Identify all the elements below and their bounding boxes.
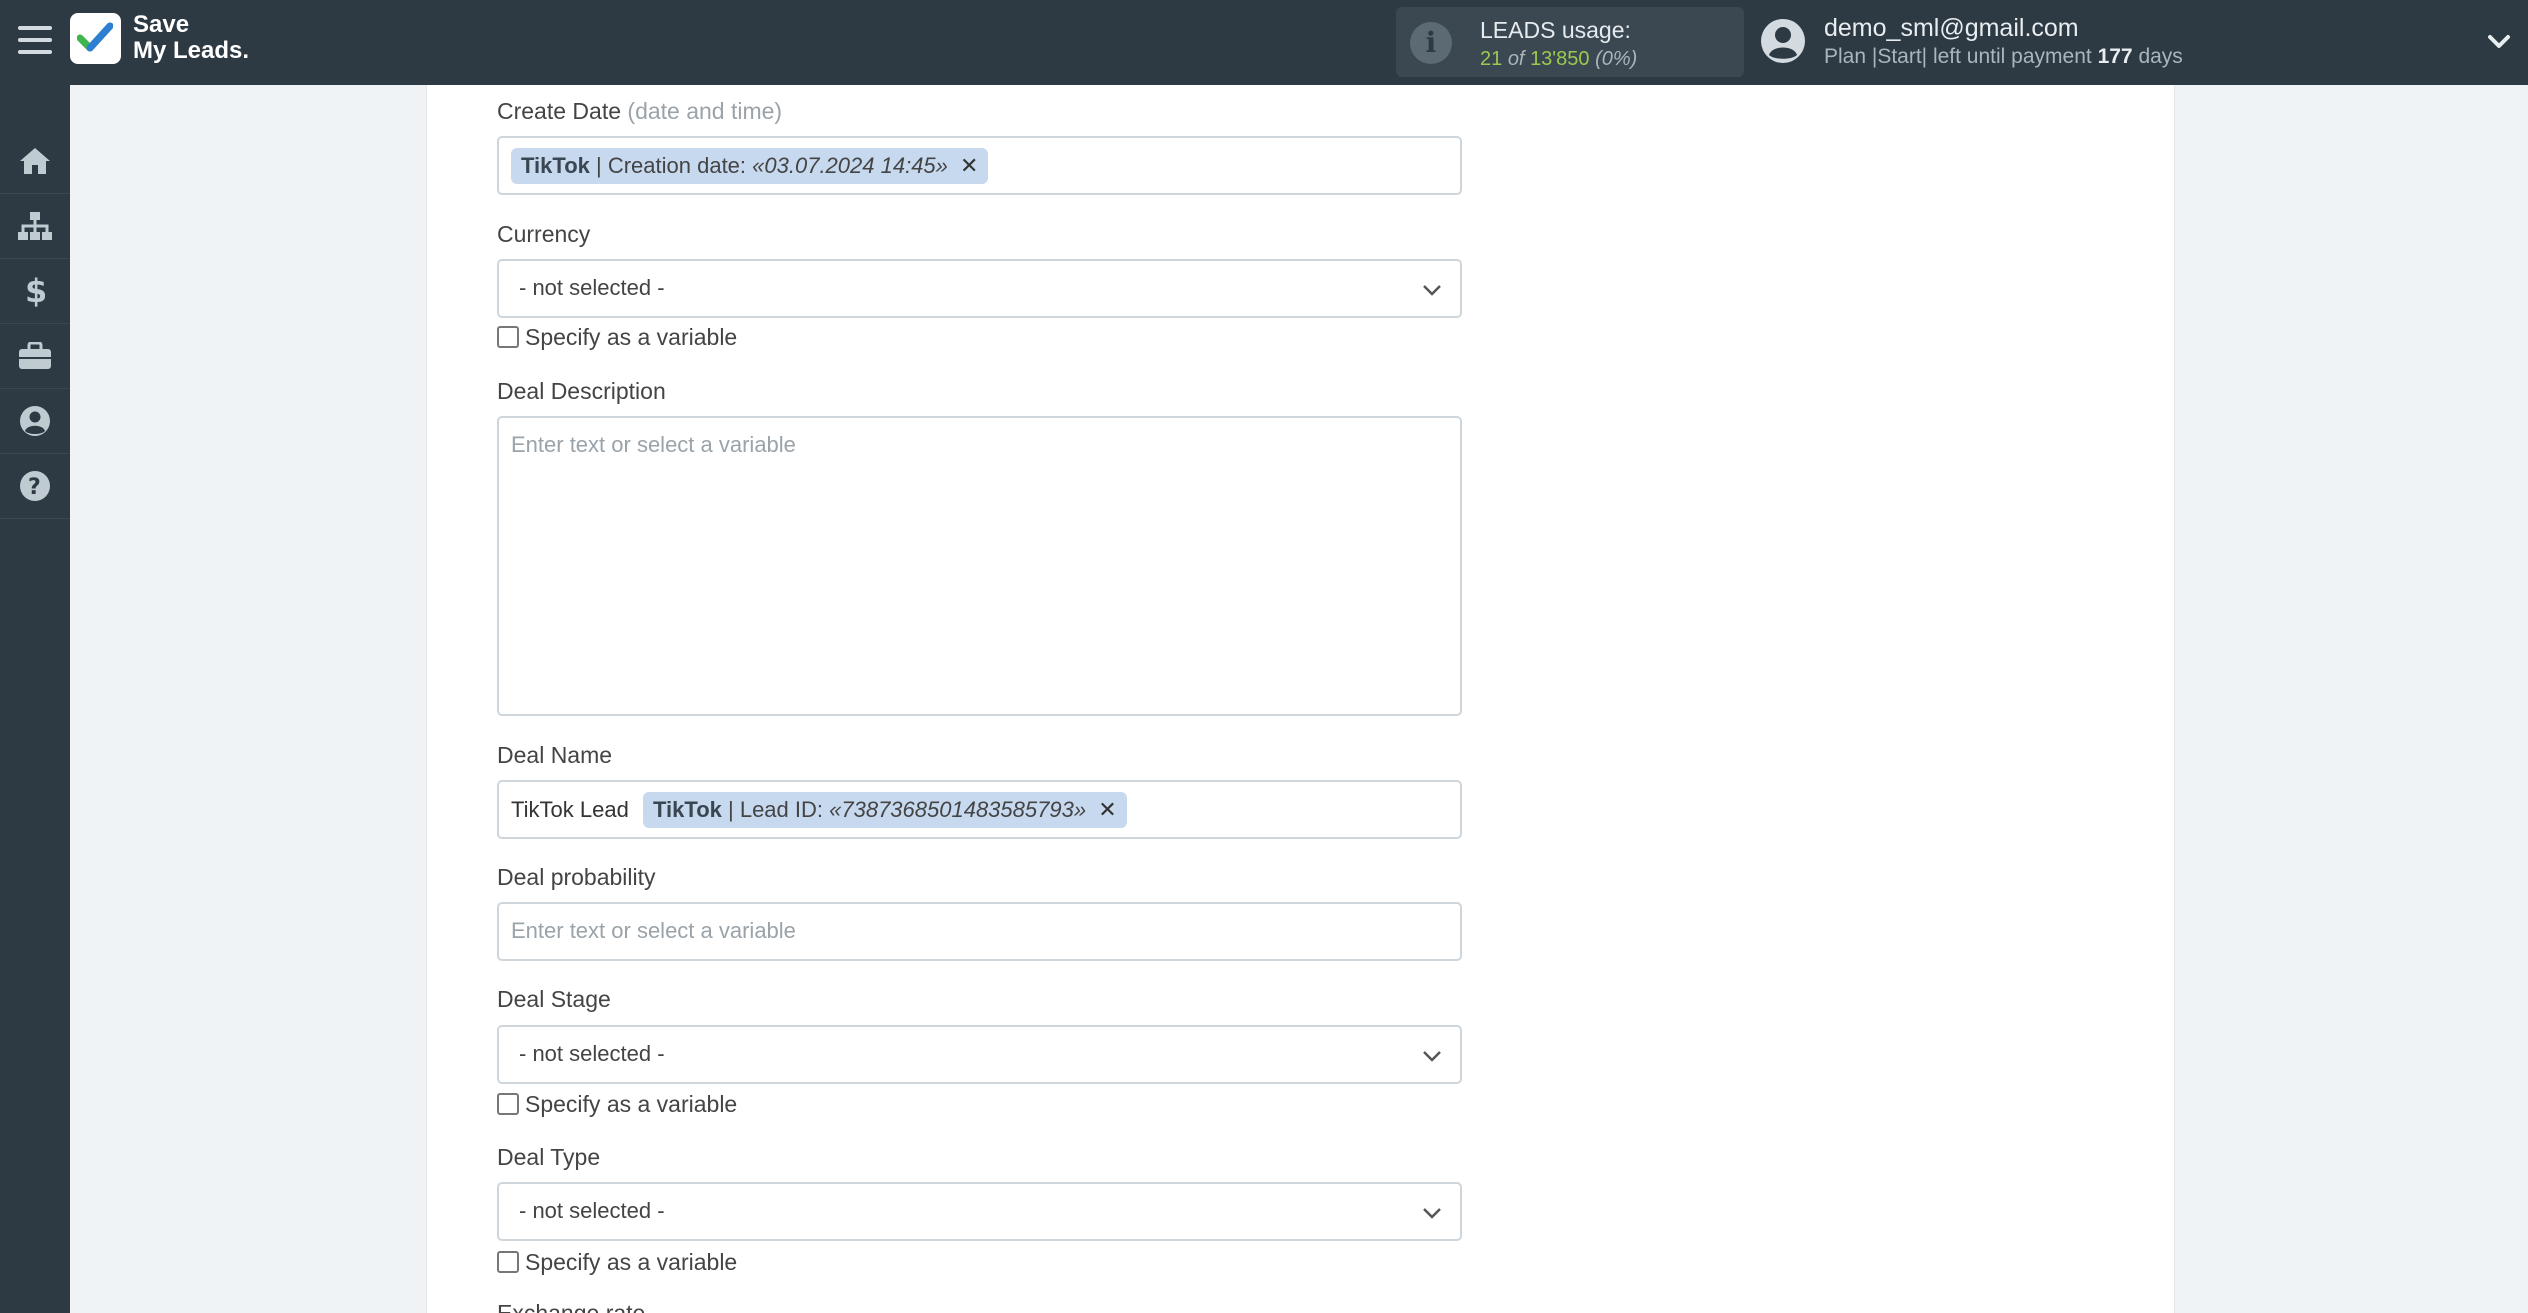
user-plan: Plan |Start| left until payment 177 days [1824, 45, 2183, 69]
create-date-label: Create Date (date and time) [497, 98, 782, 125]
deal-description-placeholder: Enter text or select a variable [511, 432, 796, 457]
close-icon[interactable]: ✕ [960, 153, 978, 178]
chevron-down-icon [1423, 1208, 1441, 1219]
deal-type-variable-label[interactable]: Specify as a variable [525, 1249, 737, 1276]
chevron-down-icon [1423, 285, 1441, 296]
deal-probability-label: Deal probability [497, 864, 656, 890]
deal-name-field[interactable]: TikTok Lead TikTok | Lead ID: «738736850… [497, 780, 1462, 839]
deal-stage-variable-label[interactable]: Specify as a variable [525, 1091, 737, 1118]
deal-type-variable-checkbox-row[interactable]: Specify as a variable [497, 1248, 737, 1276]
variable-tag[interactable]: TikTok | Lead ID: «7387368501483585793» … [643, 792, 1127, 828]
user-email[interactable]: demo_sml@gmail.com [1824, 14, 2079, 43]
tag-source: TikTok [653, 797, 722, 822]
close-icon[interactable]: ✕ [1098, 797, 1116, 822]
usage-total: 13'850 [1530, 48, 1590, 70]
chevron-down-icon [1423, 1051, 1441, 1062]
deal-name-label: Deal Name [497, 742, 613, 768]
sidebar-item-tools[interactable] [0, 324, 70, 389]
create-date-hint: (date and time) [627, 98, 783, 124]
tag-text: | Creation date: [596, 153, 747, 178]
menu-icon[interactable] [18, 26, 52, 56]
currency-variable-checkbox-row[interactable]: Specify as a variable [497, 323, 737, 351]
deal-description-textarea[interactable]: Enter text or select a variable [497, 416, 1462, 716]
logo-text[interactable]: Save My Leads. [133, 12, 249, 64]
tag-value: «03.07.2024 14:45» [752, 153, 948, 178]
deal-probability-placeholder: Enter text or select a variable [511, 918, 796, 943]
deal-stage-variable-checkbox-row[interactable]: Specify as a variable [497, 1090, 737, 1118]
deal-stage-label: Deal Stage [497, 986, 611, 1012]
currency-label: Currency [497, 221, 591, 247]
currency-select[interactable]: - not selected - [497, 259, 1462, 318]
logo-line-1: Save [133, 11, 190, 38]
usage-used: 21 [1480, 48, 1503, 70]
briefcase-icon [19, 342, 51, 369]
usage-value: 21 of 13'850 (0%) [1480, 48, 1637, 71]
tag-source: TikTok [521, 153, 590, 178]
sidebar-item-help[interactable]: ? [0, 454, 70, 519]
dollar-icon: $ [25, 274, 45, 308]
info-icon: i [1410, 22, 1452, 64]
svg-text:?: ? [28, 475, 41, 500]
deal-probability-field[interactable]: Enter text or select a variable [497, 902, 1462, 961]
svg-text:$: $ [25, 274, 45, 308]
chevron-down-icon[interactable] [2487, 30, 2511, 54]
deal-stage-variable-checkbox[interactable] [497, 1093, 519, 1115]
usage-label: LEADS usage: [1480, 17, 1631, 43]
currency-variable-label[interactable]: Specify as a variable [525, 324, 737, 351]
create-date-label-text: Create Date [497, 98, 622, 124]
exchange-rate-label: Exchange rate [497, 1300, 646, 1313]
plan-days: 177 [2097, 45, 2133, 68]
sitemap-icon [18, 212, 52, 240]
leads-usage-panel: i LEADS usage: 21 of 13'850 (0%) [1396, 7, 1744, 77]
logo-line-2: My Leads. [133, 37, 250, 64]
deal-stage-select[interactable]: - not selected - [497, 1025, 1462, 1084]
logo-icon[interactable] [70, 13, 121, 64]
deal-name-prefix: TikTok Lead [511, 797, 629, 822]
sidebar-item-billing[interactable]: $ [0, 259, 70, 324]
deal-type-variable-checkbox[interactable] [497, 1251, 519, 1273]
create-date-field[interactable]: TikTok | Creation date: «03.07.2024 14:4… [497, 136, 1462, 195]
sidebar: $ ? [0, 85, 70, 1313]
sidebar-item-home[interactable] [0, 129, 70, 194]
plan-days-unit: days [2138, 45, 2183, 68]
deal-description-label: Deal Description [497, 378, 666, 404]
usage-percent: (0%) [1595, 48, 1638, 70]
sidebar-item-connections[interactable] [0, 194, 70, 259]
tag-text: | Lead ID: [728, 797, 823, 822]
deal-type-label: Deal Type [497, 1144, 601, 1170]
tag-value: «7387368501483585793» [829, 797, 1087, 822]
deal-type-select-value: - not selected - [519, 1198, 665, 1223]
currency-variable-checkbox[interactable] [497, 326, 519, 348]
user-circle-icon [20, 406, 50, 436]
currency-select-value: - not selected - [519, 275, 665, 300]
variable-tag[interactable]: TikTok | Creation date: «03.07.2024 14:4… [511, 148, 989, 184]
avatar-icon[interactable] [1760, 18, 1806, 64]
deal-stage-select-value: - not selected - [519, 1041, 665, 1066]
plan-text: Plan |Start| left until payment [1824, 45, 2092, 68]
sidebar-item-account[interactable] [0, 389, 70, 454]
deal-type-select[interactable]: - not selected - [497, 1182, 1462, 1241]
usage-of: of [1507, 48, 1525, 70]
top-bar: Save My Leads. i LEADS usage: 21 of 13'8… [0, 0, 2528, 85]
question-circle-icon: ? [20, 471, 50, 501]
home-icon [20, 148, 50, 174]
